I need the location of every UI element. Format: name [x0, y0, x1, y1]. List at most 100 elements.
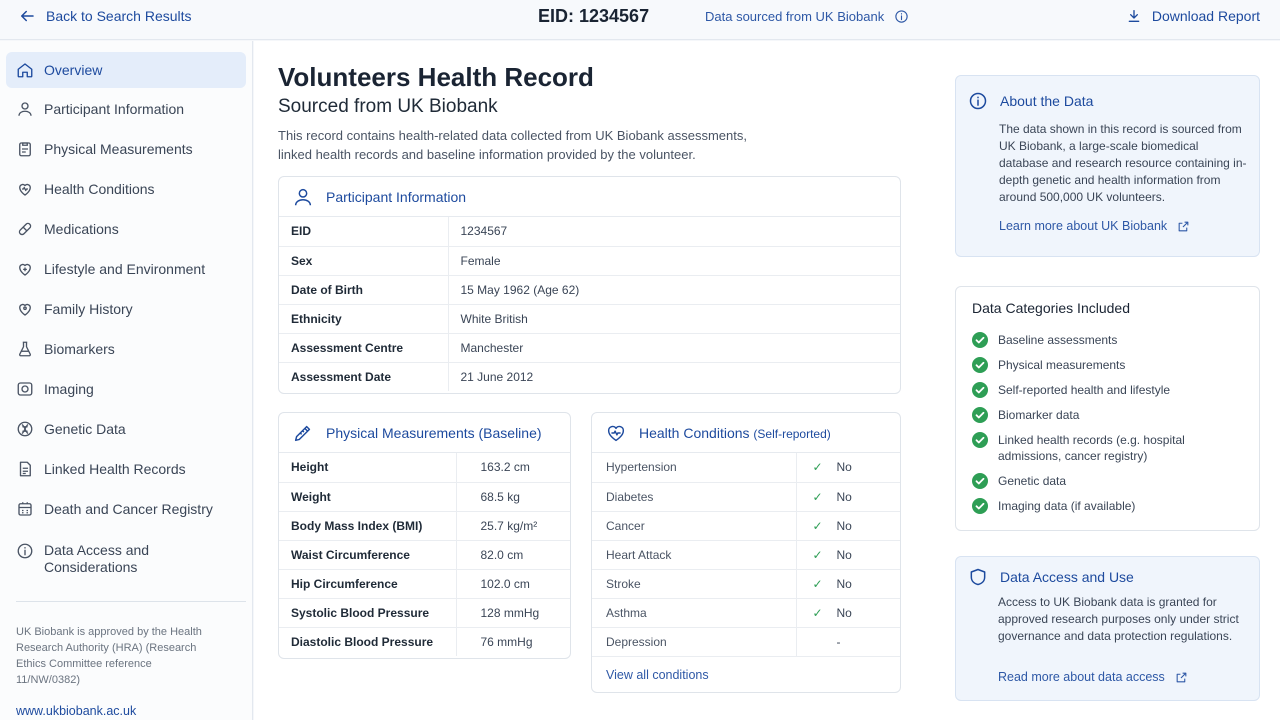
card-header: Health Conditions (Self-reported): [592, 413, 900, 453]
sidebar: Overview Participant Information Physica…: [0, 41, 253, 720]
table-row: Date of Birth 15 May 1962 (Age 62): [279, 275, 900, 305]
category-label: Physical measurements: [998, 358, 1126, 372]
download-icon: [1128, 10, 1140, 22]
sidebar-item-biomarkers[interactable]: Biomarkers: [6, 331, 246, 367]
camera-icon: [17, 382, 33, 396]
table-row: Assessment Date 21 June 2012: [279, 362, 900, 391]
sidebar-item-label: Data Access and Considerations: [44, 542, 150, 575]
sidebar-item-data-access[interactable]: Data Access and Considerations: [6, 541, 246, 581]
card-title-text: About the Data: [1000, 93, 1094, 109]
row-value: Manchester: [448, 333, 900, 363]
row-value: Female: [448, 246, 900, 276]
card-title: Data Categories Included: [972, 300, 1130, 316]
ukbiobank-website-link[interactable]: www.ukbiobank.ac.uk: [16, 704, 136, 718]
condition-status: -: [836, 634, 841, 649]
list-item: Self-reported health and lifestyle: [972, 382, 1232, 398]
card-header: Participant Information: [279, 177, 900, 217]
back-to-search-button[interactable]: Back to Search Results: [18, 7, 192, 25]
row-label: Assessment Centre: [279, 333, 449, 363]
row-value: 76 mmHg: [480, 634, 533, 649]
about-the-data-card: About the Data The data shown in this re…: [955, 75, 1260, 257]
pill-icon: [18, 222, 32, 236]
check-circle-icon: [972, 498, 988, 514]
row-value: 68.5 kg: [456, 482, 570, 512]
sidebar-item-death-and-cancer-registry[interactable]: Death and Cancer Registry: [6, 491, 246, 527]
condition-name: Asthma: [592, 598, 797, 628]
hra-approval-note: UK Biobank is approved by the Health Res…: [16, 626, 202, 686]
table-row: Ethnicity White British: [279, 304, 900, 334]
sidebar-item-lifestyle-and-environment[interactable]: Lifestyle and Environment: [6, 251, 246, 287]
user-icon: [18, 102, 32, 116]
view-all-conditions-link[interactable]: View all conditions: [606, 668, 709, 682]
condition-name: Stroke: [592, 569, 797, 599]
sidebar-item-linked-health-records[interactable]: Linked Health Records: [6, 451, 246, 487]
download-report-button[interactable]: Download Report: [1126, 8, 1260, 24]
condition-status: No: [836, 576, 852, 591]
sidebar-item-physical-measurements[interactable]: Physical Measurements: [6, 131, 246, 167]
info-icon: [969, 92, 987, 110]
check-circle-icon: [972, 332, 988, 348]
read-more-data-access-link[interactable]: Read more about data access: [998, 670, 1188, 684]
check-icon: ✓: [812, 489, 823, 504]
sidebar-item-health-conditions[interactable]: Health Conditions: [6, 171, 246, 207]
heart-icon: [19, 183, 31, 196]
dna-icon: [17, 421, 33, 437]
download-label: Download Report: [1151, 8, 1260, 24]
condition-status: No: [836, 547, 852, 562]
row-label: Hip Circumference: [279, 569, 457, 599]
sidebar-divider: [16, 601, 246, 602]
row-label: Waist Circumference: [279, 540, 457, 570]
condition-status: No: [836, 518, 852, 533]
info-icon[interactable]: [894, 9, 909, 24]
condition-name: Hypertension: [592, 453, 797, 483]
list-item: Biomarker data: [972, 407, 1232, 423]
table-row: Stroke ✓ No: [592, 569, 900, 599]
registry-icon: [18, 502, 32, 516]
sidebar-item-label: Physical Measurements: [44, 141, 193, 157]
category-label: Biomarker data: [998, 408, 1080, 422]
table-row: Depression -: [592, 627, 900, 657]
learn-more-biobank-link[interactable]: Learn more about UK Biobank: [999, 219, 1190, 233]
row-value: 25.7 kg/m²: [456, 511, 570, 541]
check-circle-icon: [972, 407, 988, 423]
row-label: Date of Birth: [279, 275, 449, 305]
table-row: Heart Attack ✓ No: [592, 540, 900, 570]
card-title: Data Access and Use: [968, 567, 1134, 587]
card-title: About the Data: [968, 91, 1093, 111]
table-row: Asthma ✓ No: [592, 598, 900, 628]
sidebar-item-label: Participant Information: [44, 101, 185, 117]
data-categories-card: Data Categories Included Baseline assess…: [955, 286, 1260, 531]
home-icon: [17, 63, 33, 78]
ruler-pencil-icon: [294, 425, 311, 441]
arrow-left-icon: [21, 10, 34, 22]
health-conditions-table: Hypertension ✓ No Diabetes ✓ No Cancer ✓ No He…: [592, 453, 900, 657]
card-title-text: Data Access and Use: [1000, 569, 1134, 585]
sidebar-item-overview[interactable]: Overview: [6, 52, 246, 88]
shield-icon: [970, 568, 986, 586]
info-icon: [17, 543, 33, 559]
condition-status: No: [836, 489, 852, 504]
table-row: Body Mass Index (BMI) 25.7 kg/m²: [279, 511, 570, 541]
sidebar-item-label: Overview: [44, 62, 103, 78]
table-row: Cancer ✓ No: [592, 511, 900, 541]
sidebar-item-medications[interactable]: Medications: [6, 211, 246, 247]
row-label: Body Mass Index (BMI): [279, 511, 457, 541]
row-label: EID: [279, 217, 449, 247]
row-value: White British: [448, 304, 900, 334]
back-label: Back to Search Results: [46, 8, 192, 24]
category-label: Genetic data: [998, 474, 1067, 488]
sidebar-item-genetic-data[interactable]: Genetic Data: [6, 411, 246, 447]
sidebar-item-label: Lifestyle and Environment: [44, 261, 206, 277]
main-content: Volunteers Health Record Sourced from UK…: [254, 41, 1280, 720]
condition-status: No: [836, 605, 852, 620]
row-label: Systolic Blood Pressure: [279, 598, 457, 628]
category-label: Linked health records (e.g. hospital adm…: [998, 433, 1185, 463]
sidebar-item-imaging[interactable]: Imaging: [6, 371, 246, 407]
row-value: 102.0 cm: [456, 569, 570, 599]
record-eid-title: EID: 1234567: [538, 6, 650, 26]
sidebar-item-label: Linked Health Records: [44, 461, 186, 477]
access-description: Access to UK Biobank data is granted for…: [998, 595, 1239, 643]
document-icon: [19, 461, 31, 477]
sidebar-item-participant-information[interactable]: Participant Information: [6, 91, 246, 127]
sidebar-item-family-history[interactable]: Family History: [6, 291, 246, 327]
